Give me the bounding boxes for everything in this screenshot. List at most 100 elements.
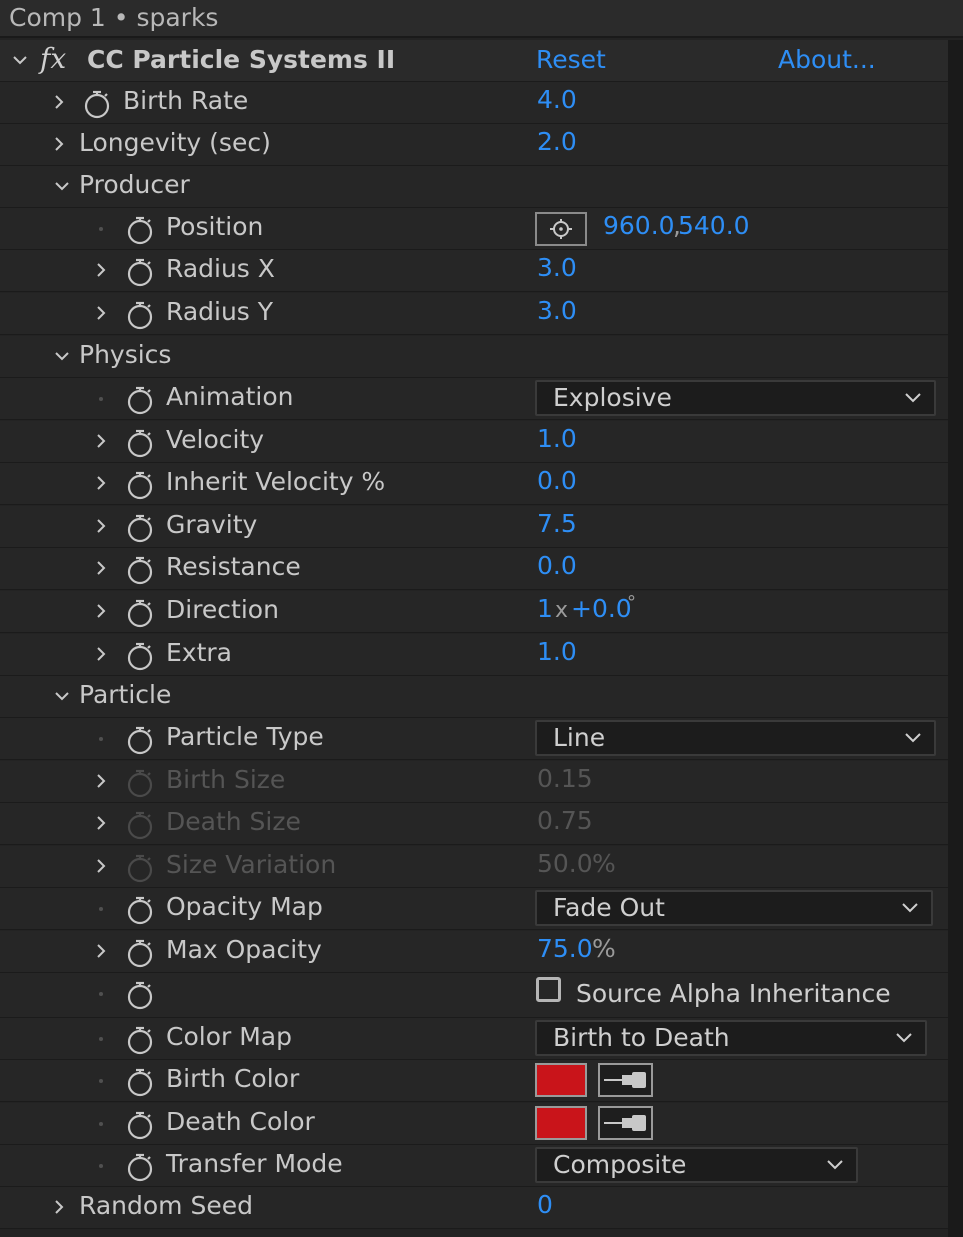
random-seed-value[interactable]: 0 — [537, 1190, 553, 1219]
chevron-right-icon[interactable] — [94, 773, 108, 789]
particle-type-dropdown[interactable]: Line — [535, 720, 936, 756]
chevron-right-icon[interactable] — [52, 136, 66, 152]
stopwatch-icon[interactable] — [125, 980, 155, 1010]
chevron-right-icon[interactable] — [94, 943, 108, 959]
stopwatch-icon[interactable] — [125, 428, 155, 458]
property-label: Direction — [166, 595, 279, 624]
stopwatch-icon[interactable] — [125, 1110, 155, 1140]
direction-degrees-value[interactable]: +0.0 — [571, 594, 632, 623]
chevron-right-icon[interactable] — [52, 94, 66, 110]
group-row-physics[interactable]: Physics — [0, 336, 948, 378]
group-row-producer[interactable]: Producer — [0, 166, 948, 208]
radius-x-value[interactable]: 3.0 — [537, 253, 577, 282]
chevron-right-icon[interactable] — [94, 305, 108, 321]
transfer-mode-dropdown[interactable]: Composite — [535, 1147, 858, 1183]
resistance-value[interactable]: 0.0 — [537, 551, 577, 580]
effect-name: CC Particle Systems II — [87, 45, 396, 74]
bullet-dot — [99, 907, 103, 911]
stopwatch-icon[interactable] — [82, 89, 112, 119]
property-label: Random Seed — [79, 1191, 253, 1220]
dropdown-value: Explosive — [553, 383, 672, 412]
property-label: Death Color — [166, 1107, 315, 1136]
chevron-right-icon[interactable] — [94, 433, 108, 449]
property-label: Particle Type — [166, 722, 324, 751]
reset-button[interactable]: Reset — [536, 45, 606, 74]
stopwatch-icon[interactable] — [125, 555, 155, 585]
property-label: Extra — [166, 638, 232, 667]
stopwatch-icon[interactable] — [125, 938, 155, 968]
animation-dropdown[interactable]: Explosive — [535, 380, 936, 416]
dropdown-value: Fade Out — [553, 893, 665, 922]
extra-value[interactable]: 1.0 — [537, 637, 577, 666]
inherit-velocity-value[interactable]: 0.0 — [537, 466, 577, 495]
chevron-right-icon[interactable] — [52, 1199, 66, 1215]
chevron-down-icon[interactable] — [54, 178, 69, 194]
stopwatch-icon[interactable] — [125, 1025, 155, 1055]
chevron-right-icon[interactable] — [94, 646, 108, 662]
opacity-map-dropdown[interactable]: Fade Out — [535, 890, 933, 926]
stopwatch-icon[interactable] — [125, 470, 155, 500]
stopwatch-icon[interactable] — [125, 895, 155, 925]
chevron-right-icon[interactable] — [94, 815, 108, 831]
property-label: Radius Y — [166, 297, 274, 326]
direction-revolutions-value[interactable]: 1 — [537, 594, 553, 623]
chevron-right-icon[interactable] — [94, 603, 108, 619]
bullet-dot — [99, 1122, 103, 1126]
chevron-down-icon[interactable] — [54, 688, 69, 704]
property-label: Animation — [166, 382, 294, 411]
source-alpha-checkbox[interactable] — [536, 977, 561, 1002]
birth-color-swatch[interactable] — [535, 1063, 587, 1097]
chevron-down-icon[interactable] — [12, 52, 27, 68]
size-variation-value: 50.0 — [537, 849, 593, 878]
velocity-value[interactable]: 1.0 — [537, 424, 577, 453]
bullet-dot — [99, 397, 103, 401]
bullet-dot — [99, 992, 103, 996]
position-x-value[interactable]: 960.0 — [603, 211, 675, 240]
panel-title-bar: Comp 1 • sparks — [0, 0, 963, 38]
longevity-value[interactable]: 2.0 — [537, 127, 577, 156]
group-label: Producer — [79, 170, 190, 199]
stopwatch-icon[interactable] — [125, 215, 155, 245]
property-label: Birth Size — [166, 765, 286, 794]
chevron-right-icon[interactable] — [94, 518, 108, 534]
radius-y-value[interactable]: 3.0 — [537, 296, 577, 325]
eyedropper-icon[interactable] — [598, 1106, 653, 1140]
fx-icon[interactable]: 𝑓x — [40, 42, 66, 75]
property-row-particle-type: Particle Type Line — [0, 718, 948, 760]
panel-edge — [948, 40, 963, 1237]
group-row-particle[interactable]: Particle — [0, 676, 948, 718]
eyedropper-icon[interactable] — [598, 1063, 653, 1097]
stopwatch-icon[interactable] — [125, 725, 155, 755]
property-row-inherit-velocity: Inherit Velocity % 0.0 — [0, 463, 948, 505]
stopwatch-icon[interactable] — [125, 300, 155, 330]
chevron-right-icon[interactable] — [94, 858, 108, 874]
birth-size-value: 0.15 — [537, 764, 593, 793]
color-map-dropdown[interactable]: Birth to Death — [535, 1020, 927, 1056]
max-opacity-value[interactable]: 75.0 — [537, 934, 593, 963]
stopwatch-icon[interactable] — [125, 1152, 155, 1182]
chevron-right-icon[interactable] — [94, 560, 108, 576]
property-label: Inherit Velocity % — [166, 467, 386, 496]
percent-unit: % — [592, 934, 616, 963]
property-row-radius-y: Radius Y 3.0 — [0, 293, 948, 335]
stopwatch-icon[interactable] — [125, 513, 155, 543]
stopwatch-icon[interactable] — [125, 257, 155, 287]
percent-unit: % — [592, 849, 616, 878]
chevron-right-icon[interactable] — [94, 475, 108, 491]
chevron-right-icon[interactable] — [94, 262, 108, 278]
chevron-down-icon[interactable] — [54, 348, 69, 364]
stopwatch-icon[interactable] — [125, 385, 155, 415]
checkbox-label[interactable]: Source Alpha Inheritance — [576, 979, 891, 1008]
about-button[interactable]: About... — [778, 45, 876, 74]
gravity-value[interactable]: 7.5 — [537, 509, 577, 538]
effect-header-row: 𝑓x CC Particle Systems II Reset About... — [0, 40, 948, 82]
birth-rate-value[interactable]: 4.0 — [537, 85, 577, 114]
position-y-value[interactable]: 540.0 — [678, 211, 750, 240]
stopwatch-icon[interactable] — [125, 598, 155, 628]
target-icon[interactable] — [535, 212, 587, 246]
stopwatch-icon[interactable] — [125, 641, 155, 671]
caret-down-icon — [904, 390, 922, 404]
stopwatch-icon[interactable] — [125, 1067, 155, 1097]
death-color-swatch[interactable] — [535, 1106, 587, 1140]
property-label: Radius X — [166, 254, 275, 283]
